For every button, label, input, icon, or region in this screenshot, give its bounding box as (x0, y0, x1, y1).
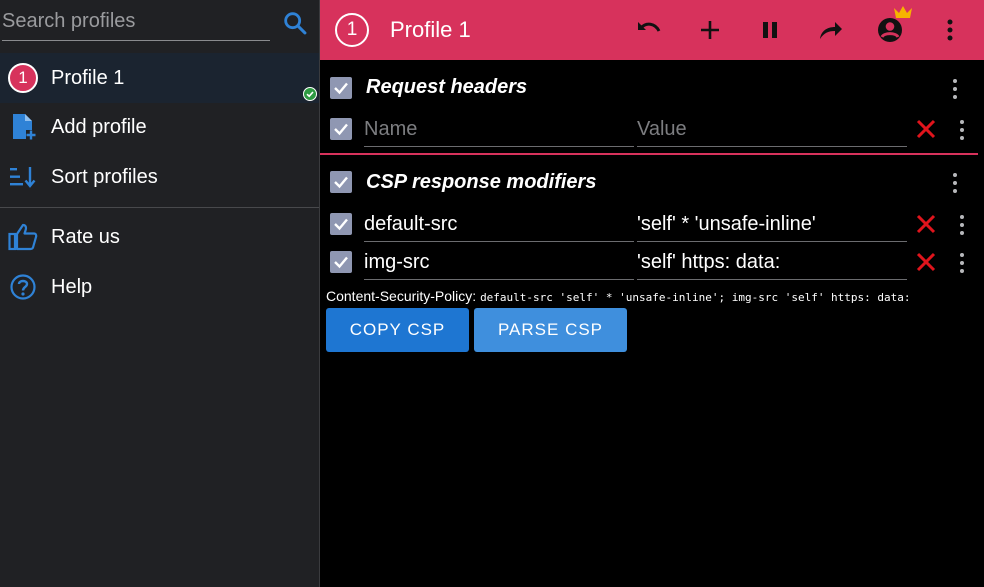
search-field (2, 4, 270, 41)
section-divider (320, 153, 978, 155)
sort-profiles-label: Sort profiles (51, 165, 158, 188)
rate-us-label: Rate us (51, 225, 120, 248)
csp-policy-value: default-src 'self' * 'unsafe-inline'; im… (480, 291, 911, 304)
profile-badge[interactable]: 1 (335, 13, 369, 47)
csp-section-checkbox[interactable] (330, 171, 352, 193)
header-name-input[interactable] (364, 113, 634, 147)
request-headers-title: Request headers (366, 76, 528, 98)
help-label: Help (51, 275, 93, 298)
share-icon[interactable] (815, 15, 845, 45)
header-value-input[interactable] (637, 113, 907, 147)
csp-row-checkbox[interactable] (330, 213, 352, 235)
main-content: Request headers CSP response modifiers C… (320, 60, 984, 587)
pause-icon[interactable] (755, 15, 785, 45)
sort-icon (8, 162, 38, 192)
request-headers-menu-icon[interactable] (948, 77, 962, 101)
csp-directive-input[interactable] (364, 246, 634, 280)
thumb-up-icon (8, 222, 38, 252)
profile-badge-number: 1 (8, 63, 38, 93)
csp-row-menu-icon[interactable] (955, 251, 969, 275)
csp-value-input[interactable] (637, 246, 907, 280)
csp-row-checkbox[interactable] (330, 251, 352, 273)
copy-csp-button[interactable]: COPY CSP (326, 308, 469, 352)
csp-policy-line: Content-Security-Policy: default-src 'se… (326, 288, 911, 304)
csp-value-input[interactable] (637, 208, 907, 242)
sidebar: 1 Profile 1 Add profile Sort profiles Ra… (0, 0, 320, 587)
csp-directive-input[interactable] (364, 208, 634, 242)
delete-icon[interactable] (915, 118, 937, 140)
profile-badge: 1 (8, 63, 38, 93)
sidebar-divider (0, 207, 319, 208)
add-icon[interactable] (695, 15, 725, 45)
header-row-checkbox[interactable] (330, 118, 352, 140)
csp-policy-label: Content-Security-Policy: (326, 288, 477, 304)
request-headers-checkbox[interactable] (330, 77, 352, 99)
help-icon (8, 272, 38, 302)
parse-csp-button[interactable]: PARSE CSP (474, 308, 627, 352)
undo-icon[interactable] (634, 15, 664, 45)
profile-label: Profile 1 (51, 66, 125, 89)
search-icon[interactable] (281, 9, 309, 37)
csp-section-title: CSP response modifiers (366, 171, 597, 193)
delete-icon[interactable] (915, 213, 937, 235)
header-row-menu-icon[interactable] (955, 118, 969, 142)
search-input[interactable] (2, 4, 270, 38)
active-check-icon (303, 87, 317, 101)
more-icon[interactable] (935, 15, 965, 45)
sidebar-item-profile-1[interactable]: 1 Profile 1 (0, 53, 319, 103)
csp-section-menu-icon[interactable] (948, 171, 962, 195)
rate-us-link[interactable]: Rate us (0, 212, 319, 262)
csp-row-menu-icon[interactable] (955, 213, 969, 237)
help-link[interactable]: Help (0, 262, 319, 312)
top-app-bar: 1 Profile 1 (320, 0, 984, 60)
delete-icon[interactable] (915, 251, 937, 273)
add-file-icon (8, 112, 38, 142)
profile-title: Profile 1 (390, 17, 471, 42)
crown-icon (893, 4, 913, 25)
add-profile-label: Add profile (51, 115, 147, 138)
add-profile-button[interactable]: Add profile (0, 102, 319, 152)
sort-profiles-button[interactable]: Sort profiles (0, 152, 319, 202)
